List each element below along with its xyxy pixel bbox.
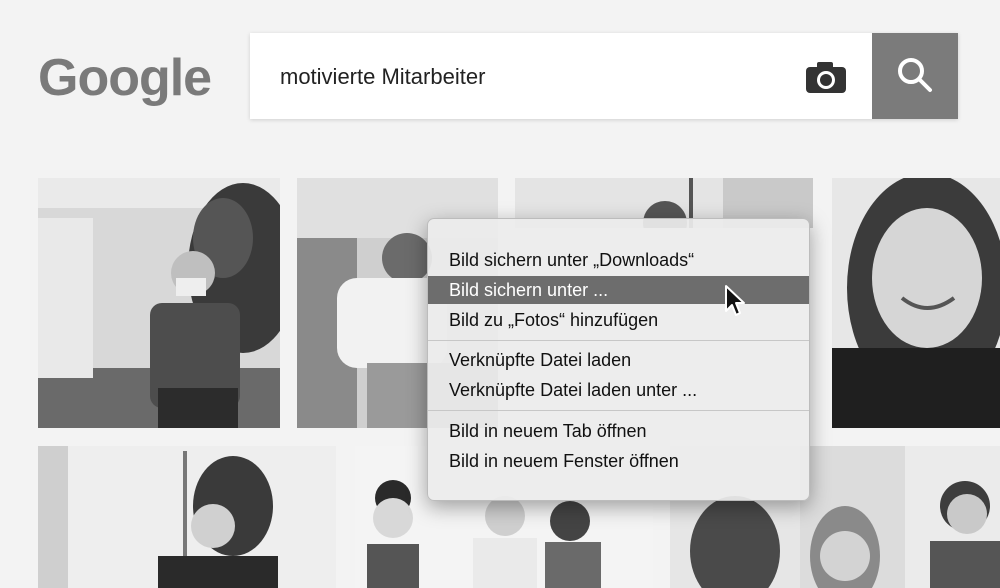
menu-divider — [428, 340, 809, 341]
search-icon — [898, 58, 932, 92]
camera-icon[interactable] — [804, 59, 848, 95]
search-button[interactable] — [872, 33, 958, 119]
menu-item-open-in-new-tab[interactable]: Bild in neuem Tab öffnen — [428, 417, 809, 445]
search-bar — [250, 33, 958, 119]
context-menu: Bild sichern unter „Downloads“ Bild sich… — [427, 218, 810, 501]
image-result-5[interactable] — [38, 446, 336, 588]
image-result-9[interactable] — [905, 446, 1000, 588]
menu-item-save-as[interactable]: Bild sichern unter ... — [428, 276, 809, 304]
image-result-4[interactable] — [832, 178, 1000, 428]
search-input[interactable] — [278, 59, 782, 95]
menu-item-download-linked-file-as[interactable]: Verknüpfte Datei laden unter ... — [428, 376, 809, 404]
image-result-8[interactable] — [800, 446, 905, 588]
menu-item-open-in-new-window[interactable]: Bild in neuem Fenster öffnen — [428, 447, 809, 475]
menu-divider — [428, 410, 809, 411]
menu-item-download-linked-file[interactable]: Verknüpfte Datei laden — [428, 346, 809, 374]
mouse-pointer-icon — [724, 284, 748, 323]
menu-item-save-downloads[interactable]: Bild sichern unter „Downloads“ — [428, 246, 809, 274]
google-logo[interactable]: Google — [38, 48, 212, 108]
menu-item-add-to-photos[interactable]: Bild zu „Fotos“ hinzufügen — [428, 306, 809, 334]
image-result-1[interactable] — [38, 178, 280, 428]
